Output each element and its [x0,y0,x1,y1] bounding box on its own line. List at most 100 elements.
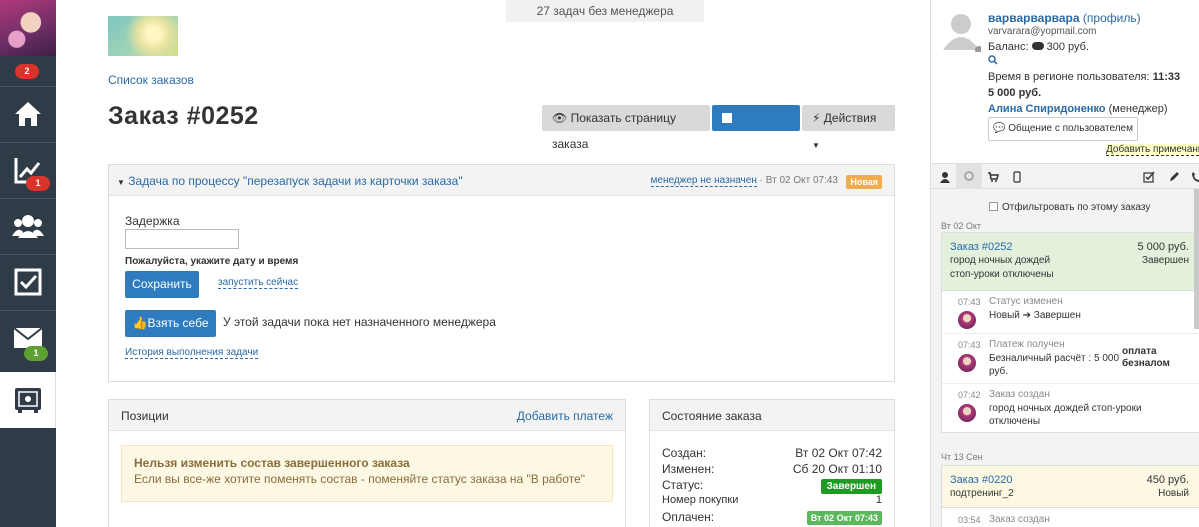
messages-badge: 1 [24,346,48,361]
order-state-panel: Состояние заказа Создан: Вт 02 Окт 07:42… [649,399,895,527]
user-panel: варварварвара (профиль) varvarara@yopmai… [930,0,1199,527]
add-payment-link[interactable]: Добавить платеж [517,409,613,423]
chat-icon: 💬 [993,123,1006,134]
state-row-modified: Изменен: Сб 20 Окт 01:10 [662,462,882,476]
order-status: Завершен [1141,255,1189,266]
order-line1: город ночных дождей [950,255,1051,266]
event-avatar [958,354,976,372]
task-panel: ▼ Задача по процессу "перезапуск задачи … [108,164,895,382]
mobile-icon[interactable] [1013,171,1025,183]
profile-link[interactable]: (профиль) [1083,11,1141,25]
order-status: Новый [1158,488,1189,499]
run-now-link[interactable]: запустить сейчас [218,277,299,289]
home-icon[interactable] [0,86,56,142]
order-link[interactable]: Заказ #0252 [950,241,1013,253]
order-amount: 450 руб. [1146,474,1189,486]
status-badge: Новая [846,175,882,189]
delay-hint: Пожалуйста, укажите дату и время [125,256,299,267]
phone-icon[interactable] [1191,171,1199,183]
state-row-status: Статус: Завершен [662,478,882,494]
history-icon[interactable] [956,164,982,189]
pencil-icon[interactable] [1168,171,1180,183]
page-title: Заказ #0252 [108,102,259,130]
order-line1: подтренинг_2 [950,488,1014,499]
status-badge: Завершен [820,479,882,494]
event-item: 03:54 Заказ создан [941,508,1199,527]
safe-icon[interactable] [0,372,56,428]
unassigned-tasks-banner[interactable]: 27 задач без менеджера [506,0,704,22]
timeline-date: Чт 13 Сен [941,452,983,462]
order-line2: стоп-уроки отключены [950,269,1054,280]
eye-icon: 👁 [552,111,568,125]
state-row-paid: Оплачен: Вт 02 Окт 07:43 [662,510,882,526]
event-avatar [958,311,976,329]
show-order-page-button[interactable]: 👁 Показать страницу заказа [542,105,710,151]
task-save-button[interactable]: Сохранить [125,271,199,298]
lightning-icon: ⚡ [812,111,821,125]
region-time: Время в регионе пользователя: 11:33 [988,71,1181,83]
event-item: 07:43 Платеж получен Безналичный расчёт … [942,334,1199,384]
warning-alert: Нельзя изменить состав завершенного зака… [121,445,613,502]
cart-icon[interactable] [987,171,999,183]
paid-badge: Вт 02 Окт 07:43 [806,511,882,525]
task-history-link[interactable]: История выполнения задачи [125,347,259,359]
delay-input[interactable] [125,229,239,249]
floppy-icon [722,113,732,123]
event-item: 07:43 Статус изменен Новый ➔ Завершен [942,291,1199,334]
task-meta: менеджер не назначен · Вт 02 Окт 07:43 [650,175,838,187]
user-name-line: варварварвара (профиль) [988,11,1141,25]
manager-line: Алина Спиридоненко (менеджер) [988,103,1168,115]
delay-label: Задержка [125,214,180,228]
no-manager-text: У этой задачи пока нет назначенного мене… [223,315,496,329]
balance-line: Баланс: 300 руб. [988,41,1090,53]
order-link[interactable]: Заказ #0220 [950,474,1013,486]
order-amount: 5 000 руб. [1137,241,1189,253]
filter-by-order[interactable]: Отфильтровать по этому заказу [989,202,1150,213]
order-card-0252[interactable]: Заказ #0252 5 000 руб. город ночных дожд… [941,232,1199,291]
add-note-link[interactable]: Добавить примечание [1106,144,1199,156]
chat-with-user-button[interactable]: 💬 Общение с пользователем [988,117,1138,141]
event-item: 07:42 Заказ создан город ночных дождей с… [958,389,1142,427]
sidebar-nav: 2 1 1 [0,0,56,527]
positions-title: Позиции [121,409,169,423]
thumbs-up-icon: 👍 [132,316,148,330]
filter-checkbox[interactable] [989,202,998,211]
payment-tag: оплата безналом [1122,346,1170,369]
avatar[interactable] [0,0,56,56]
checklist-icon[interactable] [0,254,56,310]
users-icon[interactable] [0,198,56,254]
manager-link[interactable]: Алина Спиридоненко [988,103,1106,115]
user-tabs [931,163,1199,189]
analytics-badge: 1 [26,176,50,191]
actions-dropdown[interactable]: ⚡ Действия ▼ [802,105,895,150]
task-header: ▼ Задача по процессу "перезапуск задачи … [109,165,894,196]
positions-panel: Позиции Добавить платеж Нельзя изменить … [108,399,626,527]
user-total: 5 000 руб. [988,87,1042,99]
order-thumbnail [108,16,178,56]
caret-down-icon: ▼ [812,141,820,150]
task-title-toggle[interactable]: ▼ Задача по процессу "перезапуск задачи … [117,174,463,188]
search-icon[interactable] [988,55,998,68]
order-state-title: Состояние заказа [662,409,762,423]
event-avatar [958,404,976,422]
user-icon[interactable] [940,171,952,183]
user-avatar[interactable] [941,10,983,54]
warning-title: Нельзя изменить состав завершенного зака… [134,456,410,470]
breadcrumb-orders-list[interactable]: Список заказов [108,73,194,87]
notifications-badge: 2 [15,64,39,79]
analytics-icon[interactable] [0,142,56,198]
order-events: 07:43 Статус изменен Новый ➔ Завершен 07… [941,291,1199,433]
state-row-created: Создан: Вт 02 Окт 07:42 [662,446,882,460]
piggy-bank-icon [1031,42,1044,50]
main-content: 27 задач без менеджера Список заказов За… [56,0,930,527]
warning-text: Если вы все-же хотите поменять состав - … [134,472,586,486]
timeline-scrollbar[interactable] [1194,189,1199,329]
order-card-0220[interactable]: Заказ #0220 450 руб. подтренинг_2 Новый [941,465,1199,508]
timeline-date: Вт 02 Окт [941,221,981,231]
user-name-link[interactable]: варварварвара [988,11,1080,25]
save-button[interactable]: Сохранить [712,105,800,151]
take-task-button[interactable]: 👍Взять себе [125,310,216,337]
caret-down-icon: ▼ [117,178,125,187]
checkbox-icon[interactable] [1143,171,1155,183]
manager-not-assigned-link[interactable]: менеджер не назначен [650,175,757,187]
